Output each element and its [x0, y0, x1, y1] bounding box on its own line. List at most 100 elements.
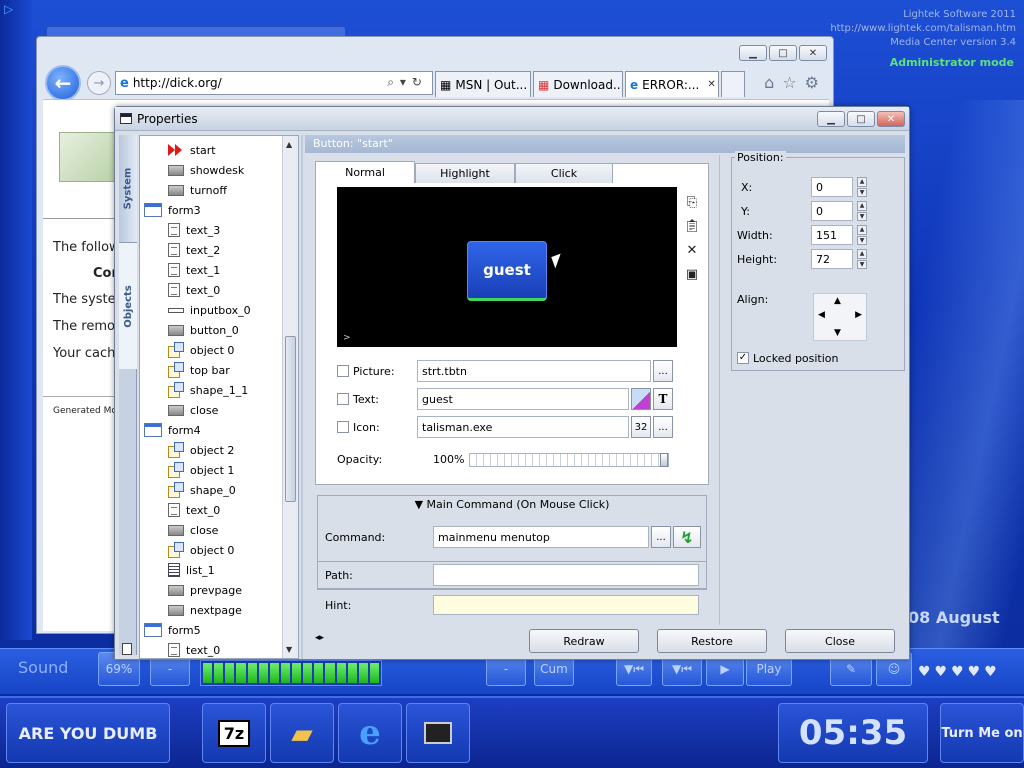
spin-down-icon[interactable]: ▼ [857, 187, 867, 197]
scroll-up-icon[interactable]: ▲ [286, 140, 292, 149]
preview-button[interactable]: guest [467, 241, 547, 301]
close-button[interactable]: ✕ [799, 45, 827, 61]
tab-click[interactable]: Click [515, 163, 613, 183]
command-run-button[interactable]: ↯ [673, 526, 701, 548]
new-tab-button[interactable] [721, 71, 745, 97]
text-checkbox[interactable] [337, 393, 349, 405]
width-spinner[interactable]: ▲ ▼ [857, 225, 867, 245]
locked-position-checkbox[interactable]: ✓ [737, 352, 749, 364]
picture-browse-button[interactable]: ... [653, 360, 673, 382]
minimize-button[interactable]: ▁ [739, 45, 767, 61]
folder-button[interactable]: ▰ [270, 703, 334, 763]
tree-item[interactable]: showdesk [168, 160, 244, 180]
tab-close-icon[interactable]: ✕ [707, 79, 715, 90]
scroll-thumb[interactable] [285, 336, 296, 502]
document-icon[interactable] [122, 643, 132, 655]
minimize-button[interactable]: ▁ [817, 111, 845, 127]
tree-form-node[interactable]: form3 [144, 200, 201, 220]
spin-up-icon[interactable]: ▲ [857, 177, 867, 187]
address-bar[interactable]: e http://dick.org/ ⌕▾↻ [115, 71, 433, 95]
tab-objects[interactable]: Objects [119, 243, 137, 369]
maximize-button[interactable]: □ [769, 45, 797, 61]
home-icon[interactable]: ⌂ [764, 73, 774, 92]
tab-system[interactable]: System [119, 135, 137, 243]
tree-item[interactable]: close [168, 520, 218, 540]
spin-up-icon[interactable]: ▲ [857, 225, 867, 235]
align-bottom-icon[interactable]: ▼ [834, 328, 841, 338]
pane-splitter[interactable] [301, 135, 303, 659]
tree-item[interactable]: text_0 [168, 280, 220, 300]
tree-item[interactable]: nextpage [168, 600, 242, 620]
tree-item[interactable]: inputbox_0 [168, 300, 251, 320]
height-field[interactable]: 72 [811, 249, 853, 269]
properties-window-button[interactable] [406, 703, 470, 763]
tab-highlight[interactable]: Highlight [415, 163, 515, 183]
tab-normal[interactable]: Normal [315, 161, 415, 183]
picture-checkbox[interactable] [337, 365, 349, 377]
align-left-icon[interactable]: ◀ [818, 310, 825, 320]
close-button[interactable]: ✕ [877, 111, 905, 127]
restore-button[interactable]: Restore [657, 629, 767, 653]
tree-scrollbar[interactable]: ▲ ▼ [282, 136, 298, 658]
command-field[interactable]: mainmenu menutop [433, 526, 649, 548]
tree-item[interactable]: start [168, 140, 216, 160]
spin-down-icon[interactable]: ▼ [857, 235, 867, 245]
tree-item[interactable]: object 0 [168, 340, 234, 360]
align-top-icon[interactable]: ▲ [834, 296, 841, 306]
y-field[interactable]: 0 [811, 201, 853, 221]
command-browse-button[interactable]: ... [651, 526, 671, 548]
spin-up-icon[interactable]: ▲ [857, 201, 867, 211]
internet-explorer-button[interactable]: e [338, 703, 402, 763]
nav-arrows-icon[interactable]: ◂▸ [315, 633, 324, 643]
spin-down-icon[interactable]: ▼ [857, 211, 867, 221]
favorites-star-icon[interactable]: ☆ [782, 73, 796, 92]
delete-icon[interactable]: ✕ [683, 241, 701, 259]
forward-button[interactable]: → [87, 71, 111, 95]
main-command-header[interactable]: ▼ Main Command (On Mouse Click) [318, 498, 706, 511]
tree-item[interactable]: object 1 [168, 460, 234, 480]
volume-meter[interactable] [200, 660, 382, 686]
tree-item[interactable]: list_1 [168, 560, 215, 580]
gear-icon[interactable]: ⚙ [805, 73, 819, 92]
tree-item[interactable]: text_2 [168, 240, 220, 260]
object-tree[interactable]: text_0 form5 nextpage prevpage list_1 object … [139, 135, 299, 659]
spin-down-icon[interactable]: ▼ [857, 259, 867, 269]
browser-tab-active[interactable]: e ERROR:... ✕ [625, 71, 719, 97]
path-field[interactable] [433, 564, 699, 586]
save-icon[interactable]: ▣ [683, 265, 701, 283]
dialog-titlebar[interactable]: Properties ▁ □ ✕ [115, 107, 909, 131]
tree-form-node[interactable]: form4 [144, 420, 201, 440]
tree-item[interactable]: button_0 [168, 320, 239, 340]
tree-item[interactable]: object 2 [168, 440, 234, 460]
x-spinner[interactable]: ▲ ▼ [857, 177, 867, 197]
hint-field[interactable] [433, 595, 699, 615]
height-spinner[interactable]: ▲ ▼ [857, 249, 867, 269]
tree-item[interactable]: text_1 [168, 260, 220, 280]
play-arrow-icon[interactable]: ▷ [4, 2, 13, 16]
address-tools-icons[interactable]: ⌕▾↻ [387, 75, 428, 90]
tree-item[interactable]: shape_0 [168, 480, 236, 500]
align-selector[interactable]: ▲ ◀ ▶ ▼ [813, 293, 867, 341]
tree-form-node[interactable]: form5 [144, 620, 201, 640]
redraw-button[interactable]: Redraw [529, 629, 639, 653]
browser-tab[interactable]: ▦ MSN | Out... [435, 71, 531, 97]
opacity-slider[interactable] [469, 453, 669, 467]
icon-field[interactable]: talisman.exe [417, 416, 629, 438]
icon-checkbox[interactable] [337, 421, 349, 433]
tree-item[interactable]: text_0 [168, 640, 220, 658]
copy-icon[interactable]: ⎘ [683, 193, 701, 211]
close-dialog-button[interactable]: Close [785, 629, 895, 653]
icon-size-button[interactable]: 32 [631, 416, 651, 438]
tree-item[interactable]: prevpage [168, 580, 242, 600]
text-field[interactable]: guest [417, 388, 629, 410]
tree-item[interactable]: shape_1_1 [168, 380, 248, 400]
7zip-button[interactable]: 7z [202, 703, 266, 763]
back-button[interactable]: ← [45, 65, 81, 101]
browser-tab[interactable]: ▦ Download... [533, 71, 623, 97]
text-format-button[interactable]: T [653, 388, 673, 410]
paste-icon[interactable]: 📋︎ [683, 217, 701, 235]
spin-up-icon[interactable]: ▲ [857, 249, 867, 259]
maximize-button[interactable]: □ [847, 111, 875, 127]
button-preview[interactable]: guest > [337, 187, 677, 347]
tree-item[interactable]: text_3 [168, 220, 220, 240]
